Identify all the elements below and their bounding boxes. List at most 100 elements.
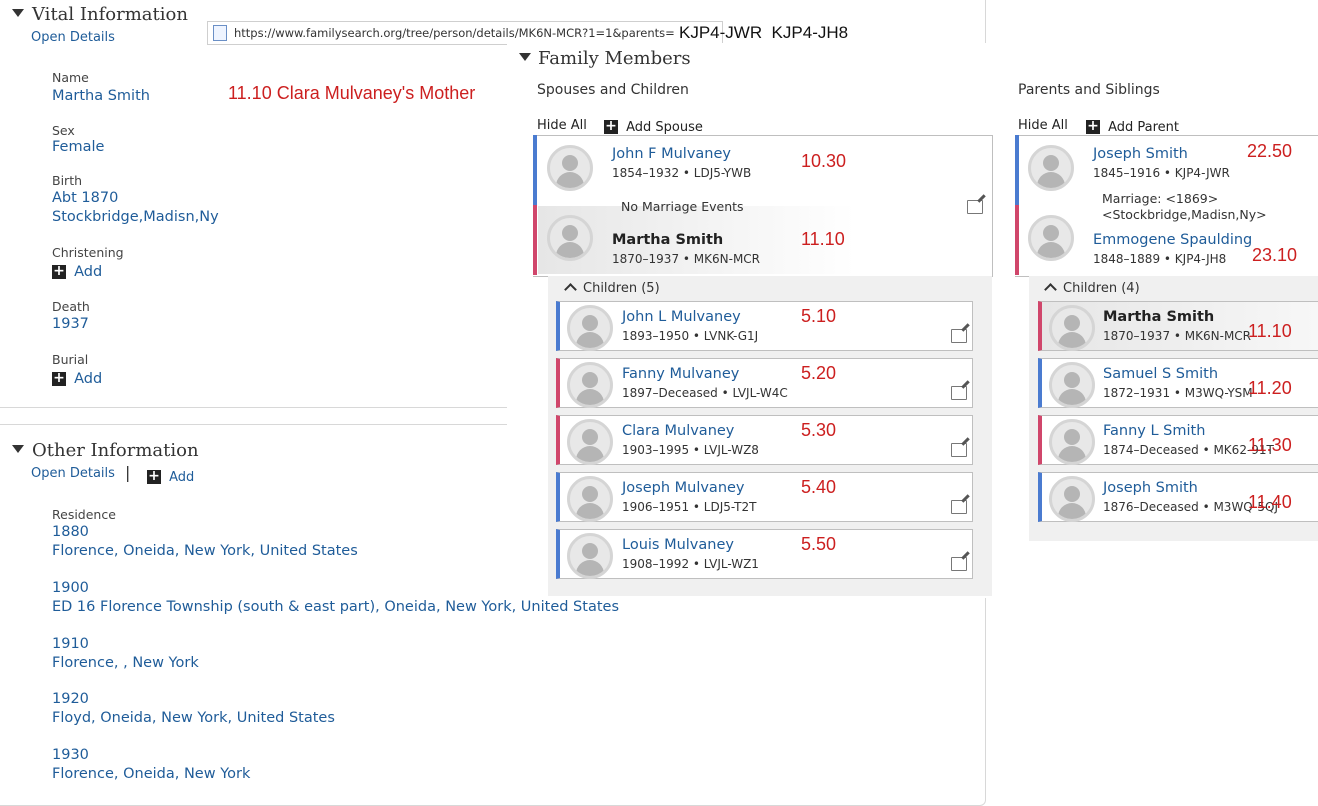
person-avatar-icon[interactable] [567, 476, 613, 522]
collapse-triangle-icon[interactable] [519, 53, 531, 61]
residence-place[interactable]: Floyd, Oneida, New York, United States [52, 710, 335, 726]
child-name[interactable]: John L Mulvaney [622, 309, 741, 325]
christening-add-label: Add [74, 264, 103, 280]
residence-place[interactable]: Florence, Oneida, New York, United State… [52, 543, 358, 559]
birth-place[interactable]: Stockbridge,Madisn,Ny [52, 209, 219, 225]
url-text: https://www.familysearch.org/tree/person… [234, 26, 675, 40]
sibling-code: 11.40 [1248, 492, 1292, 512]
hide-all-parents-link[interactable]: Hide All [1018, 118, 1068, 133]
residence-year[interactable]: 1900 [52, 580, 89, 596]
marriage-date[interactable]: Marriage: <1869> [1102, 191, 1218, 206]
birth-date[interactable]: Abt 1870 [52, 190, 118, 206]
person-avatar-icon[interactable] [567, 533, 613, 579]
url-bar[interactable]: https://www.familysearch.org/tree/person… [207, 21, 723, 45]
child-info: 1893–1950 • LVNK-G1J [622, 329, 759, 343]
child-info: 1906–1951 • LDJ5-T2T [622, 500, 757, 514]
edit-icon[interactable] [951, 443, 967, 457]
sibling-info: 1872–1931 • M3WQ-YSM [1103, 386, 1253, 400]
child-code: 5.20 [801, 363, 837, 383]
collapse-triangle-icon[interactable] [12, 445, 24, 453]
spouse-color-bar [533, 135, 537, 205]
sex-value[interactable]: Female [52, 139, 104, 155]
child-name[interactable]: Louis Mulvaney [622, 537, 734, 553]
marriage-place[interactable]: <Stockbridge,Madisn,Ny> [1102, 207, 1267, 222]
self-code: 11.10 [801, 229, 845, 249]
add-parent-label: Add Parent [1108, 120, 1180, 135]
residence-place[interactable]: ED 16 Florence Township (south & east pa… [52, 599, 619, 615]
self-highlight [538, 206, 991, 274]
person-avatar-icon[interactable] [1049, 476, 1095, 522]
vital-open-details-link[interactable]: Open Details [31, 30, 115, 45]
self-color-bar [533, 205, 537, 275]
self-info: 1870–1937 • MK6N-MCR [612, 252, 761, 266]
spouse-name[interactable]: John F Mulvaney [612, 146, 731, 162]
residence-year[interactable]: 1910 [52, 636, 89, 652]
person-avatar-icon[interactable] [567, 362, 613, 408]
sibling-name[interactable]: Martha Smith [1103, 309, 1214, 325]
plus-icon: + [1086, 117, 1100, 134]
spouses-children-heading: Spouses and Children [537, 82, 689, 98]
child-info: 1897–Deceased • LVJL-W4C [622, 386, 788, 400]
collapse-triangle-icon[interactable] [12, 9, 24, 17]
child-card[interactable] [556, 529, 973, 579]
child-name[interactable]: Clara Mulvaney [622, 423, 734, 439]
father-name[interactable]: Joseph Smith [1093, 146, 1188, 162]
vital-information-title: Vital Information [32, 4, 188, 25]
child-card[interactable] [556, 301, 973, 351]
sibling-name[interactable]: Fanny L Smith [1103, 423, 1205, 439]
siblings-toggle[interactable]: Children (4) [1044, 281, 1140, 296]
child-card[interactable] [556, 472, 973, 522]
person-avatar-icon[interactable] [1028, 145, 1074, 191]
children-label: Children (5) [583, 281, 660, 296]
children-toggle[interactable]: Children (5) [564, 281, 660, 296]
plus-icon: + [52, 262, 66, 279]
add-spouse-button[interactable]: + Add Spouse [604, 116, 703, 135]
edit-icon[interactable] [951, 500, 967, 514]
edit-icon[interactable] [951, 386, 967, 400]
residence-year[interactable]: 1920 [52, 691, 89, 707]
add-spouse-label: Add Spouse [626, 120, 703, 135]
other-information-title: Other Information [32, 440, 199, 461]
other-open-details-link[interactable]: Open Details [31, 466, 115, 481]
other-add-label: Add [169, 470, 195, 485]
person-avatar-icon[interactable] [1028, 215, 1074, 261]
child-name[interactable]: Fanny Mulvaney [622, 366, 739, 382]
edit-icon[interactable] [967, 200, 983, 214]
person-avatar-icon[interactable] [1049, 419, 1095, 465]
child-card[interactable] [556, 358, 973, 408]
child-name[interactable]: Joseph Mulvaney [622, 480, 745, 496]
person-avatar-icon[interactable] [567, 305, 613, 351]
no-marriage-events: No Marriage Events [621, 199, 744, 214]
other-add-button[interactable]: + Add [147, 466, 194, 485]
person-avatar-icon[interactable] [567, 419, 613, 465]
person-avatar-icon[interactable] [547, 145, 593, 191]
burial-add-button[interactable]: + Add [52, 368, 102, 387]
child-code: 5.50 [801, 534, 837, 554]
child-card[interactable] [556, 415, 973, 465]
mother-name[interactable]: Emmogene Spaulding [1093, 232, 1252, 248]
parents-annotation: KJP4-JWR KJP4-JH8 [679, 23, 849, 42]
add-parent-button[interactable]: + Add Parent [1086, 116, 1179, 135]
hide-all-spouses-link[interactable]: Hide All [537, 118, 587, 133]
residence-place[interactable]: Florence, Oneida, New York [52, 766, 250, 782]
self-name[interactable]: Martha Smith [612, 232, 723, 248]
residence-year[interactable]: 1880 [52, 524, 89, 540]
parents-siblings-heading: Parents and Siblings [1018, 82, 1160, 98]
person-avatar-icon[interactable] [547, 215, 593, 261]
name-value[interactable]: Martha Smith [52, 88, 150, 104]
residence-year[interactable]: 1930 [52, 747, 89, 763]
residence-place[interactable]: Florence, , New York [52, 655, 199, 671]
sibling-name[interactable]: Samuel S Smith [1103, 366, 1218, 382]
edit-icon[interactable] [951, 329, 967, 343]
mother-info: 1848–1889 • KJP4-JH8 [1093, 252, 1227, 266]
sibling-name[interactable]: Joseph Smith [1103, 480, 1198, 496]
father-code: 22.50 [1247, 141, 1293, 161]
father-color-bar [1015, 135, 1019, 205]
person-avatar-icon[interactable] [1049, 305, 1095, 351]
death-value[interactable]: 1937 [52, 316, 89, 332]
separator: | [125, 463, 131, 482]
person-avatar-icon[interactable] [1049, 362, 1095, 408]
sibling-code: 11.10 [1248, 321, 1292, 341]
christening-add-button[interactable]: + Add [52, 261, 102, 280]
edit-icon[interactable] [951, 557, 967, 571]
